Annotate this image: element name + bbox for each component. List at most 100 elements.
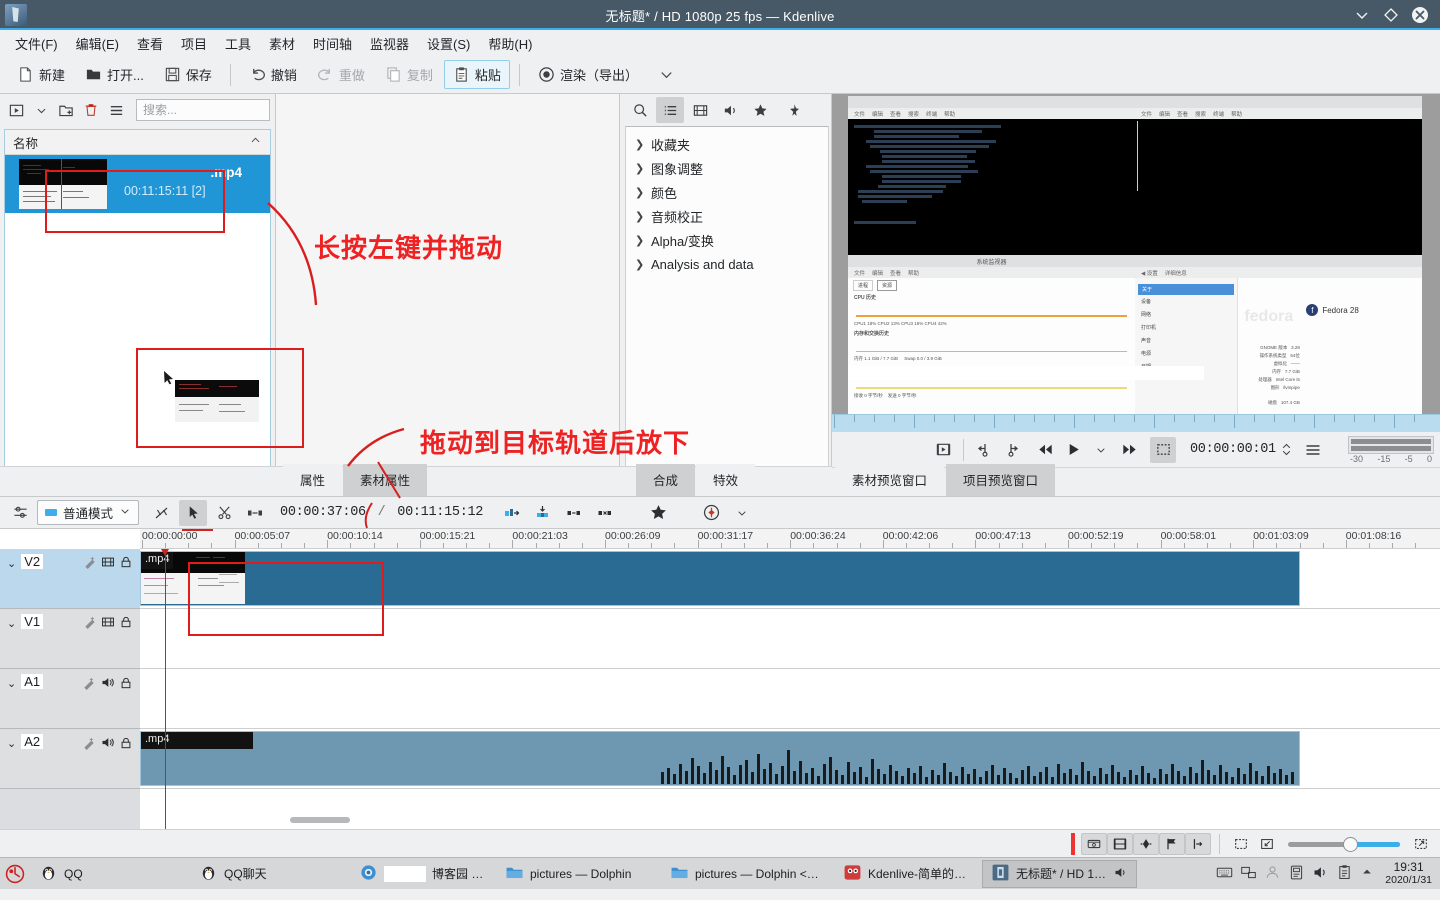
- effects-icon[interactable]: [82, 736, 96, 753]
- effects-tree[interactable]: ❯ 收藏夹 ❯ 图象调整 ❯ 颜色 ❯ 音频校正 ❯ Alpha/变换 ❯ An…: [625, 126, 829, 494]
- tab-project-monitor[interactable]: 项目预览窗口: [946, 464, 1055, 496]
- track-header-v1[interactable]: ⌄ V1: [0, 609, 140, 669]
- monitor-timecode-spinner[interactable]: [1281, 442, 1292, 457]
- timeline-zoom-slider[interactable]: [1288, 835, 1400, 853]
- chevron-right-icon[interactable]: ❯: [635, 138, 644, 151]
- menu-monitor[interactable]: 监视器: [361, 31, 418, 56]
- chevron-down-icon[interactable]: ⌄: [7, 737, 16, 750]
- timeline-hscrollbar-thumb[interactable]: [290, 817, 350, 823]
- menu-settings[interactable]: 设置(S): [418, 31, 479, 56]
- open-project-button[interactable]: 打开...: [76, 60, 153, 89]
- add-clip-icon[interactable]: [5, 99, 27, 121]
- window-maximize-button[interactable]: [1383, 7, 1399, 23]
- video-icon[interactable]: [101, 615, 115, 632]
- track-name-a2[interactable]: A2: [21, 734, 43, 749]
- zoom-in-icon[interactable]: [1408, 833, 1434, 855]
- volume-icon[interactable]: [1113, 865, 1128, 883]
- timeline-toolbar-chevron-down-icon[interactable]: [728, 500, 756, 526]
- volume-icon[interactable]: [1312, 864, 1329, 884]
- track-lane-a1[interactable]: [140, 669, 1440, 729]
- zone-icon[interactable]: [1150, 437, 1176, 463]
- effect-category-color[interactable]: ❯ 颜色: [626, 180, 828, 204]
- menu-help[interactable]: 帮助(H): [479, 31, 541, 56]
- search-icon[interactable]: [626, 97, 654, 123]
- timeline-clip-a2[interactable]: .mp4: [140, 731, 1300, 786]
- favorite-effect-icon[interactable]: [644, 500, 672, 526]
- menu-file[interactable]: 文件(F): [6, 31, 67, 56]
- track-name-v2[interactable]: V2: [21, 554, 43, 569]
- select-tool-icon[interactable]: [179, 500, 207, 526]
- custom-effects-icon[interactable]: [776, 97, 804, 123]
- zoom-out-icon[interactable]: [1254, 833, 1280, 855]
- chevron-right-icon[interactable]: ❯: [635, 210, 644, 223]
- effects-icon[interactable]: [82, 676, 96, 693]
- effect-category-favorites[interactable]: ❯ 收藏夹: [626, 132, 828, 156]
- render-button[interactable]: 渲染（导出）: [529, 60, 647, 89]
- snap-icon[interactable]: [1185, 833, 1211, 855]
- window-minimize-button[interactable]: [1354, 7, 1370, 23]
- keyboard-icon[interactable]: [1216, 864, 1233, 884]
- insert-zone-icon[interactable]: [498, 500, 526, 526]
- timeline-timecode[interactable]: 00:00:37:06 / 00:11:15:12: [280, 505, 483, 520]
- effect-category-analysis-data[interactable]: ❯ Analysis and data: [626, 252, 828, 276]
- effect-category-audio-correction[interactable]: ❯ 音频校正: [626, 204, 828, 228]
- chevron-right-icon[interactable]: ❯: [635, 258, 644, 271]
- chevron-right-icon[interactable]: ❯: [635, 234, 644, 247]
- taskbar-item-dolphin-1[interactable]: pictures — Dolphin: [496, 860, 661, 888]
- video-thumbnails-icon[interactable]: [1107, 833, 1133, 855]
- extract-zone-icon[interactable]: [560, 500, 588, 526]
- monitor-video-area[interactable]: 文件编辑查看搜索终端帮助: [832, 94, 1440, 414]
- taskbar-item-qq[interactable]: QQ: [30, 860, 190, 888]
- forward-icon[interactable]: [1116, 437, 1142, 463]
- bin-menu-icon[interactable]: [105, 99, 127, 121]
- track-lane-v1[interactable]: [140, 609, 1440, 669]
- play-options-chevron-down-icon[interactable]: [1088, 437, 1114, 463]
- tab-clip-monitor[interactable]: 素材预览窗口: [835, 464, 944, 496]
- save-project-button[interactable]: 保存: [155, 60, 221, 89]
- effects-icon[interactable]: [83, 615, 97, 632]
- timeline[interactable]: 00:00:00:0000:00:05:0700:00:10:1400:00:1…: [0, 529, 1440, 829]
- track-name-a1[interactable]: A1: [21, 674, 43, 689]
- track-header-v2[interactable]: ⌄ V2: [0, 549, 140, 609]
- new-project-button[interactable]: 新建: [8, 60, 74, 89]
- fit-zoom-icon[interactable]: [1228, 833, 1254, 855]
- monitor-timecode[interactable]: 00:00:00:01: [1190, 442, 1276, 457]
- lock-icon[interactable]: [119, 615, 133, 632]
- chevron-right-icon[interactable]: ❯: [635, 186, 644, 199]
- timeline-ruler[interactable]: 00:00:00:0000:00:05:0700:00:10:1400:00:1…: [140, 529, 1440, 549]
- taskbar-item-dolphin-2[interactable]: pictures — Dolphin <…: [661, 860, 834, 888]
- chevron-down-icon[interactable]: [119, 505, 131, 520]
- effect-category-image-adjust[interactable]: ❯ 图象调整: [626, 156, 828, 180]
- track-lane-v2[interactable]: .mp4: [140, 549, 1440, 609]
- tab-effects[interactable]: 特效: [696, 464, 755, 496]
- track-header-a1[interactable]: ⌄ A1: [0, 669, 140, 729]
- timeline-tracks-area[interactable]: .mp4 .mp4: [140, 549, 1440, 829]
- expand-tray-icon[interactable]: [1360, 865, 1374, 882]
- taskbar-item-screen-recorder[interactable]: Kdenlive-简单的操作…: [834, 860, 982, 888]
- edit-mode-select[interactable]: 普通模式: [37, 500, 139, 525]
- redo-button[interactable]: 重做: [308, 60, 374, 89]
- timeline-hscrollbar-area[interactable]: [280, 813, 1440, 829]
- menu-edit[interactable]: 编辑(E): [67, 31, 128, 56]
- menu-timeline[interactable]: 时间轴: [304, 31, 361, 56]
- bin-search-input[interactable]: 搜索...: [136, 99, 270, 121]
- undo-button[interactable]: 撤销: [240, 60, 306, 89]
- add-clip-dropdown-icon[interactable]: [30, 99, 52, 121]
- extract-frame-icon[interactable]: [930, 437, 956, 463]
- bin-clip-row[interactable]: 00:11:15:11 [2] .mp4: [5, 155, 270, 213]
- audio-icon[interactable]: [100, 675, 115, 693]
- tab-clip-properties[interactable]: 素材属性: [343, 464, 427, 496]
- delete-icon[interactable]: [80, 99, 102, 121]
- tab-composition[interactable]: 合成: [636, 464, 695, 496]
- timeline-playhead[interactable]: [165, 549, 166, 829]
- taskbar-item-kdenlive[interactable]: 无标题* / HD 10…: [982, 860, 1137, 888]
- track-menu-icon[interactable]: [6, 500, 34, 526]
- set-out-point-icon[interactable]: [999, 437, 1025, 463]
- rewind-icon[interactable]: [1032, 437, 1058, 463]
- list-view-icon[interactable]: [656, 97, 684, 123]
- device-icon[interactable]: [1288, 864, 1305, 884]
- taskbar-item-browser[interactable]: 博客园 - C…: [350, 860, 496, 888]
- timeline-preview-icon[interactable]: [1081, 833, 1107, 855]
- menu-tool[interactable]: 工具: [216, 31, 260, 56]
- menu-view[interactable]: 查看: [128, 31, 172, 56]
